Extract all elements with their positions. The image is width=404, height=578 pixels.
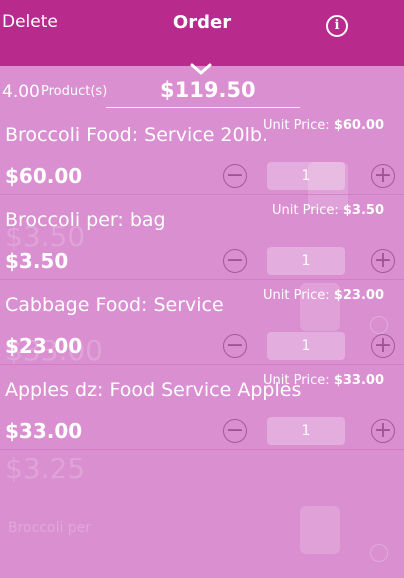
product-count: 4.00 xyxy=(2,82,40,102)
unit-price: Unit Price: $33.00 xyxy=(263,373,384,388)
unit-price: Unit Price: $23.00 xyxy=(263,288,384,303)
decrement-button[interactable]: − xyxy=(223,419,247,443)
unit-price: Unit Price: $3.50 xyxy=(272,203,384,218)
product-count-label: Product(s) xyxy=(41,84,108,99)
unit-price-label: Unit Price: xyxy=(272,203,343,218)
order-header: Delete Order i xyxy=(0,0,404,66)
quantity-field[interactable]: 1 xyxy=(267,417,345,445)
unit-price-value: $60.00 xyxy=(333,118,384,133)
summary-divider xyxy=(106,107,300,108)
unit-price-value: $3.50 xyxy=(342,203,384,218)
item-price: $33.00 xyxy=(5,419,83,443)
unit-price-label: Unit Price: xyxy=(263,118,334,133)
list-item: Broccoli Food: Service 20lb. Unit Price:… xyxy=(0,110,404,195)
background-product-image xyxy=(300,506,340,554)
list-item: Broccoli per: bag Unit Price: $3.50 $3.5… xyxy=(0,195,404,280)
item-name: Cabbage Food: Service xyxy=(5,294,224,316)
quantity-field[interactable]: 1 xyxy=(267,247,345,275)
unit-price-value: $33.00 xyxy=(333,373,384,388)
increment-button[interactable]: + xyxy=(371,334,395,358)
unit-price-value: $23.00 xyxy=(333,288,384,303)
background-label: Broccoli per xyxy=(8,520,92,536)
decrement-button[interactable]: − xyxy=(223,334,247,358)
order-summary: 4.00 Product(s) $119.50 xyxy=(0,78,404,108)
order-items-list: Broccoli Food: Service 20lb. Unit Price:… xyxy=(0,110,404,450)
background-price: $3.25 xyxy=(5,452,86,485)
increment-button[interactable]: + xyxy=(371,419,395,443)
background-add-icon xyxy=(370,544,388,562)
item-price: $60.00 xyxy=(5,164,83,188)
order-total: $119.50 xyxy=(160,78,256,102)
item-price: $3.50 xyxy=(5,249,69,273)
quantity-field[interactable]: 1 xyxy=(267,162,345,190)
unit-price-label: Unit Price: xyxy=(263,373,334,388)
increment-button[interactable]: + xyxy=(371,164,395,188)
increment-button[interactable]: + xyxy=(371,249,395,273)
list-item: Apples dz: Food Service Apples Unit Pric… xyxy=(0,365,404,450)
item-name: Broccoli per: bag xyxy=(5,209,166,231)
unit-price: Unit Price: $60.00 xyxy=(263,118,384,133)
unit-price-label: Unit Price: xyxy=(263,288,334,303)
item-name: Apples dz: Food Service Apples xyxy=(5,379,302,401)
decrement-button[interactable]: − xyxy=(223,164,247,188)
decrement-button[interactable]: − xyxy=(223,249,247,273)
item-price: $23.00 xyxy=(5,334,83,358)
chevron-down-icon[interactable] xyxy=(190,62,212,76)
quantity-field[interactable]: 1 xyxy=(267,332,345,360)
info-icon[interactable]: i xyxy=(326,15,348,37)
list-item: Cabbage Food: Service Unit Price: $23.00… xyxy=(0,280,404,365)
item-name: Broccoli Food: Service 20lb. xyxy=(5,124,268,146)
